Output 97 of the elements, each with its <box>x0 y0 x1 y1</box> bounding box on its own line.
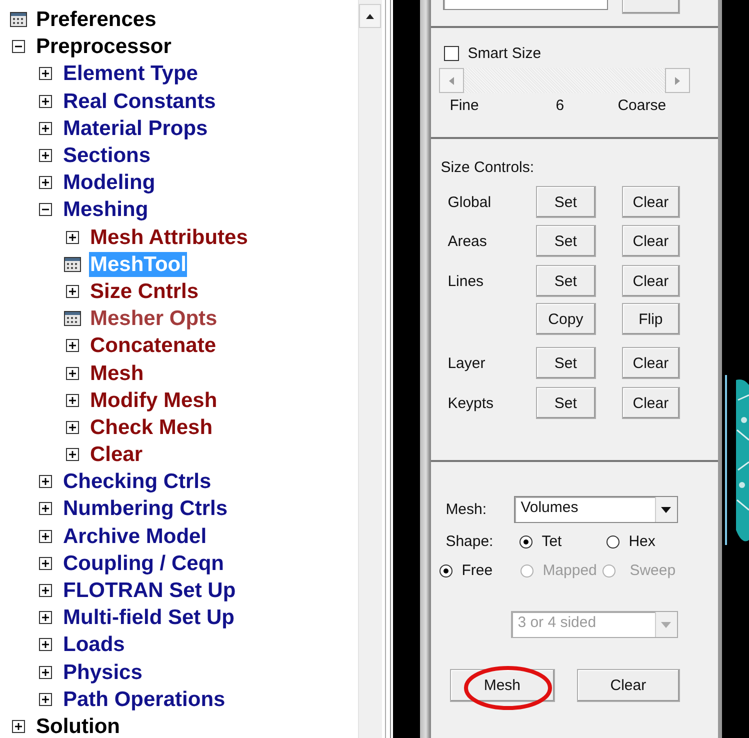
dropdown-arrow-icon <box>661 506 672 512</box>
tree-item[interactable]: Physics <box>62 660 144 685</box>
expand-icon[interactable] <box>39 67 52 80</box>
scale-min-label: Fine <box>450 97 480 114</box>
row-label: Layer <box>448 354 486 372</box>
expand-icon[interactable] <box>39 692 52 706</box>
expand-icon[interactable] <box>66 230 79 244</box>
scroll-right-button[interactable] <box>664 68 690 93</box>
dialog-icon <box>10 12 27 28</box>
set-button[interactable]: Set <box>536 387 596 419</box>
section-title: Size Controls: <box>440 159 536 176</box>
set-button[interactable]: Set <box>536 225 596 257</box>
radio-label: Mapped <box>542 562 597 579</box>
set-button[interactable]: Copy <box>536 303 596 335</box>
scale-max-label: Coarse <box>618 97 666 114</box>
tree-item[interactable]: Numbering Ctrls <box>62 496 229 522</box>
clear-button[interactable]: Clear <box>622 265 680 297</box>
dialog-icon <box>64 311 81 326</box>
set-button[interactable]: Set <box>536 347 596 379</box>
scroll-up-button[interactable] <box>359 4 382 28</box>
sides-dropdown: 3 or 4 sided <box>510 611 678 638</box>
expand-icon[interactable] <box>66 284 79 298</box>
tree-item[interactable]: Loads <box>62 632 126 658</box>
collapse-icon[interactable] <box>39 203 52 216</box>
tree-item[interactable]: Mesher Opts <box>89 306 218 332</box>
tree-item[interactable]: Real Constants <box>62 88 217 114</box>
tree-item[interactable]: Multi-field Set Up <box>62 605 236 630</box>
radio-button[interactable] <box>518 534 533 548</box>
expand-icon[interactable] <box>39 611 52 624</box>
tree-item[interactable]: Material Props <box>62 116 209 141</box>
tree-item[interactable]: Sections <box>62 143 152 168</box>
radio-label: Hex <box>628 533 656 550</box>
expand-icon[interactable] <box>39 638 52 652</box>
row-label: Areas <box>448 232 488 250</box>
up-arrow-icon <box>366 14 374 18</box>
clear-button[interactable]: Clear <box>622 225 680 257</box>
set-button[interactable]: Set <box>536 265 596 297</box>
tree-item[interactable]: Modeling <box>62 170 156 196</box>
expand-icon[interactable] <box>39 530 52 543</box>
expand-icon[interactable] <box>66 394 79 407</box>
tree-item[interactable]: Solution <box>35 714 121 738</box>
radio-label: Free <box>462 562 493 579</box>
checkbox-label: Smart Size <box>468 45 542 62</box>
expand-icon[interactable] <box>39 502 52 516</box>
dropdown-arrow-icon <box>661 622 672 628</box>
scroll-left-button[interactable] <box>438 68 464 93</box>
mesh-dropdown[interactable]: Volumes <box>514 496 678 523</box>
clear-button[interactable]: Flip <box>622 303 680 335</box>
right-arrow-icon <box>674 76 680 84</box>
expand-icon[interactable] <box>39 176 52 190</box>
expand-icon[interactable] <box>66 339 79 352</box>
field-label: Shape: <box>446 533 494 550</box>
checkbox[interactable] <box>444 46 459 61</box>
clear-button[interactable]: Clear <box>622 387 680 419</box>
tree-item[interactable]: Archive Model <box>62 524 208 549</box>
collapse-icon[interactable] <box>12 40 25 54</box>
tree-item[interactable]: Modify Mesh <box>89 388 218 413</box>
tree-item[interactable]: Coupling / Ceqn <box>62 550 225 576</box>
expand-icon[interactable] <box>66 420 79 434</box>
expand-icon[interactable] <box>39 556 52 570</box>
clear-button[interactable]: Clear <box>576 669 680 702</box>
expand-icon[interactable] <box>66 366 79 380</box>
tree-item[interactable]: Preprocessor <box>35 34 172 60</box>
row-label: Global <box>448 194 492 210</box>
clear-button[interactable]: Clear <box>622 347 680 379</box>
expand-icon[interactable] <box>39 666 52 679</box>
expand-icon[interactable] <box>39 584 52 598</box>
clear-button[interactable]: Clear <box>622 186 680 218</box>
tree-item[interactable]: Check Mesh <box>89 414 214 440</box>
row-label: Lines <box>448 272 485 290</box>
expand-icon[interactable] <box>39 122 52 135</box>
tree-item[interactable]: Mesh <box>89 360 145 386</box>
radio-label: Tet <box>542 533 562 550</box>
radio-button[interactable] <box>606 534 620 548</box>
radio-label: Sweep <box>630 562 676 579</box>
row-label: Keypts <box>448 394 495 412</box>
expand-icon[interactable] <box>39 475 52 488</box>
scale-reading: 6 <box>556 97 566 114</box>
tree-item[interactable]: Checking Ctrls <box>62 469 212 494</box>
tree-item[interactable]: Path Operations <box>62 686 226 712</box>
radio-button[interactable] <box>438 564 453 578</box>
left-arrow-icon <box>448 76 454 84</box>
tree-item[interactable]: Mesh Attributes <box>89 224 249 250</box>
tree-item[interactable]: Clear <box>89 442 144 468</box>
expand-icon[interactable] <box>12 720 25 733</box>
tree-item[interactable]: Preferences <box>35 7 158 32</box>
dialog-icon <box>64 256 81 272</box>
expand-icon[interactable] <box>39 149 52 162</box>
tree-item[interactable]: Concatenate <box>89 333 218 358</box>
tree-item[interactable]: Size Cntrls <box>89 278 200 304</box>
expand-icon[interactable] <box>66 448 79 462</box>
tree-item[interactable]: FLOTRAN Set Up <box>62 578 237 604</box>
expand-icon[interactable] <box>39 94 52 108</box>
tree-item[interactable]: Element Type <box>62 61 199 86</box>
field-label: Mesh: <box>446 501 488 518</box>
set-button[interactable]: Set <box>536 186 596 218</box>
tree-item[interactable]: Meshing <box>62 197 150 222</box>
